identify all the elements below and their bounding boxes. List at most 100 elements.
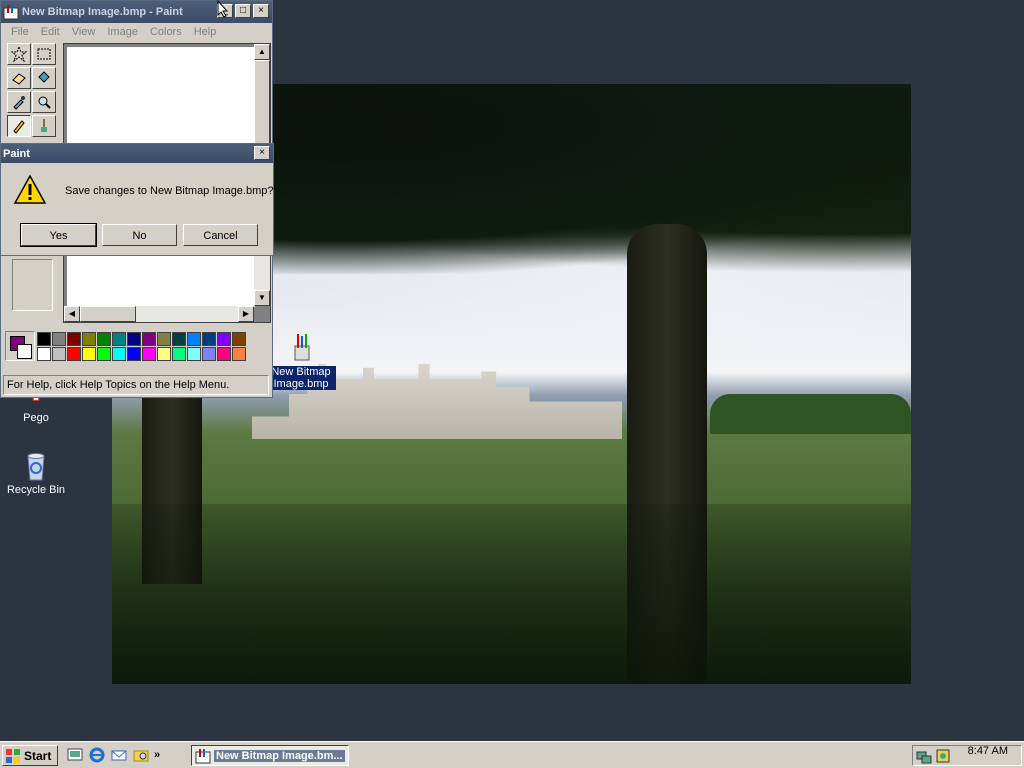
maximize-button[interactable]: □ xyxy=(235,4,251,18)
tool-eraser[interactable] xyxy=(7,67,31,89)
desktop-icon-recycle-bin[interactable]: Recycle Bin xyxy=(1,450,71,496)
desktop-icon-bitmap[interactable]: New Bitmap Image.bmp xyxy=(266,332,336,390)
palette-swatch[interactable] xyxy=(37,347,51,361)
lawn-shadow xyxy=(112,504,911,684)
quick-launch-more[interactable]: » xyxy=(154,749,160,761)
eraser-icon xyxy=(12,73,26,85)
palette-swatch[interactable] xyxy=(172,347,186,361)
save-changes-dialog: Paint × Save changes to New Bitmap Image… xyxy=(0,143,274,256)
paint-titlebar[interactable]: New Bitmap Image.bmp - Paint _ □ × xyxy=(1,1,272,23)
start-label: Start xyxy=(24,748,52,763)
recycle-bin-icon xyxy=(27,453,45,481)
tool-rect-select[interactable] xyxy=(32,43,56,65)
internet-explorer-icon[interactable] xyxy=(88,746,106,764)
dialog-title: Paint xyxy=(3,147,30,160)
no-button[interactable]: No xyxy=(102,224,177,246)
horizontal-scrollbar[interactable]: ◀ ▶ xyxy=(64,306,254,322)
palette-swatch[interactable] xyxy=(172,332,186,346)
warning-icon xyxy=(13,174,47,204)
paint-window-title: New Bitmap Image.bmp - Paint xyxy=(22,6,183,18)
palette-swatch[interactable] xyxy=(157,332,171,346)
paint-bucket-icon xyxy=(294,334,310,361)
current-colors[interactable] xyxy=(5,331,35,361)
palette-swatch[interactable] xyxy=(217,347,231,361)
scroll-left-button[interactable]: ◀ xyxy=(64,306,80,322)
dialog-message: Save changes to New Bitmap Image.bmp? xyxy=(65,185,274,197)
pencil-icon xyxy=(13,120,25,134)
network-icon[interactable] xyxy=(916,748,932,764)
palette-swatch[interactable] xyxy=(97,347,111,361)
horizontal-scroll-thumb[interactable] xyxy=(80,306,136,322)
clock[interactable]: 8:47 AM xyxy=(968,745,1008,757)
menubar: File Edit View Image Colors Help xyxy=(1,23,272,41)
windows-logo-icon xyxy=(6,748,20,763)
menu-view[interactable]: View xyxy=(66,26,102,38)
palette-swatch[interactable] xyxy=(157,347,171,361)
menu-colors[interactable]: Colors xyxy=(144,26,188,38)
outlook-express-icon[interactable] xyxy=(110,746,128,764)
paint-task-icon xyxy=(195,748,211,763)
close-button[interactable]: × xyxy=(253,4,269,18)
cancel-button[interactable]: Cancel xyxy=(183,224,258,246)
quick-launch: » xyxy=(66,746,160,764)
yes-button[interactable]: Yes xyxy=(20,223,97,247)
dialog-titlebar[interactable]: Paint × xyxy=(1,144,273,163)
tool-pick-color[interactable] xyxy=(7,91,31,113)
palette-swatch[interactable] xyxy=(232,332,246,346)
desktop-icon-bitmap-label: New Bitmap Image.bmp xyxy=(266,366,336,390)
magnifier-icon xyxy=(38,96,51,109)
color-swatches xyxy=(37,332,246,361)
palette-swatch[interactable] xyxy=(67,347,81,361)
palette-swatch[interactable] xyxy=(232,347,246,361)
desktop-icon-recycle-bin-label: Recycle Bin xyxy=(6,484,66,496)
taskbar-button-label: New Bitmap Image.bm... xyxy=(214,749,345,762)
palette-swatch[interactable] xyxy=(82,347,96,361)
tool-free-select[interactable] xyxy=(7,43,31,65)
taskbar-button-paint[interactable]: New Bitmap Image.bm... xyxy=(191,745,349,766)
rect-select-icon xyxy=(37,48,51,60)
menu-edit[interactable]: Edit xyxy=(35,26,66,38)
desktop-icon-pego-label: Pego xyxy=(23,412,49,424)
palette-swatch[interactable] xyxy=(127,332,141,346)
palette-swatch[interactable] xyxy=(52,332,66,346)
menu-file[interactable]: File xyxy=(5,26,35,38)
tool-options-box[interactable] xyxy=(12,259,53,311)
fill-bucket-icon xyxy=(38,71,50,83)
paint-app-icon xyxy=(3,5,19,20)
scroll-up-button[interactable]: ▲ xyxy=(254,44,270,60)
palette-swatch[interactable] xyxy=(142,347,156,361)
palette-swatch[interactable] xyxy=(52,347,66,361)
tool-brush[interactable] xyxy=(32,115,56,137)
mouse-cursor-icon xyxy=(217,0,229,18)
palette-swatch[interactable] xyxy=(217,332,231,346)
palette-swatch[interactable] xyxy=(82,332,96,346)
show-desktop-icon[interactable] xyxy=(66,746,84,764)
palette-swatch[interactable] xyxy=(142,332,156,346)
start-button[interactable]: Start xyxy=(2,745,58,766)
tool-pencil[interactable] xyxy=(7,115,31,137)
palette-swatch[interactable] xyxy=(127,347,141,361)
dialog-close-button[interactable]: × xyxy=(254,146,270,160)
tool-fill[interactable] xyxy=(32,67,56,89)
palette-swatch[interactable] xyxy=(202,332,216,346)
palette-swatch[interactable] xyxy=(97,332,111,346)
tool-magnifier[interactable] xyxy=(32,91,56,113)
palette-swatch[interactable] xyxy=(202,347,216,361)
tree-line xyxy=(710,394,911,434)
color-palette xyxy=(5,331,267,363)
menu-help[interactable]: Help xyxy=(188,26,223,38)
eyedropper-icon xyxy=(13,96,25,110)
palette-swatch[interactable] xyxy=(67,332,81,346)
menu-image[interactable]: Image xyxy=(101,26,144,38)
scroll-right-button[interactable]: ▶ xyxy=(238,306,254,322)
palette-swatch[interactable] xyxy=(37,332,51,346)
free-select-icon xyxy=(11,46,27,62)
palette-swatch[interactable] xyxy=(112,347,126,361)
tray-app-icon[interactable] xyxy=(935,748,951,764)
explorer-folder-icon[interactable] xyxy=(132,746,150,764)
palette-swatch[interactable] xyxy=(112,332,126,346)
scroll-down-button[interactable]: ▼ xyxy=(254,290,270,306)
palette-swatch[interactable] xyxy=(187,332,201,346)
palette-swatch[interactable] xyxy=(187,347,201,361)
background-color xyxy=(17,344,32,359)
